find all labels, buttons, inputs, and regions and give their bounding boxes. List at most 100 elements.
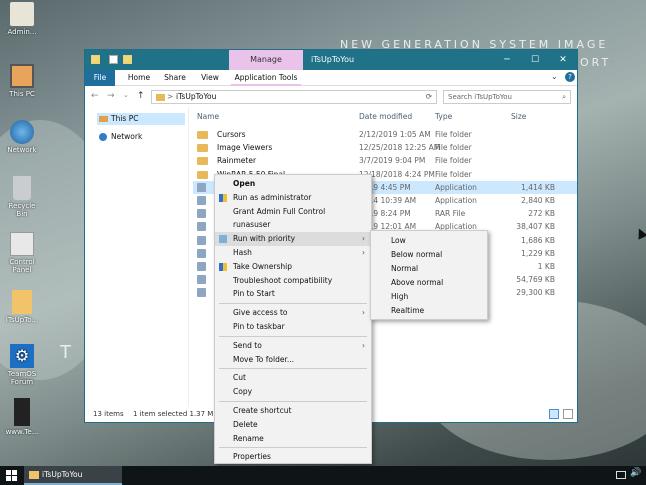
minimize-button[interactable]: ─ [493, 50, 521, 70]
context-menu-item[interactable]: Give access to › [215, 306, 371, 320]
context-menu-label: Grant Admin Full Control [233, 206, 326, 216]
tab-application-tools[interactable]: Application Tools [231, 70, 301, 86]
details-view-icon[interactable] [549, 409, 559, 419]
recent-chevron-icon[interactable]: ⌄ [123, 91, 129, 99]
folder-icon [197, 170, 208, 179]
address-input[interactable]: > iTsUpToYou ⟳ [151, 90, 437, 104]
taskbar: iTsUpToYou 🔊 [0, 466, 646, 485]
desktop-icon-control-panel[interactable]: Control Panel [2, 232, 42, 274]
column-header-type[interactable]: Type [435, 112, 452, 121]
tab-view[interactable]: View [195, 70, 225, 86]
file-icon [197, 182, 206, 192]
context-menu-item[interactable]: Hash › [215, 246, 371, 260]
context-menu-label: Pin to Start [233, 289, 275, 299]
file-size: 29,300 KB [516, 288, 555, 298]
volume-icon[interactable]: 🔊 [630, 468, 641, 478]
file-row[interactable]: Cursors 2/12/2019 1:05 AM File folder [193, 128, 577, 141]
file-icon [197, 222, 206, 232]
refresh-icon[interactable]: ⟳ [426, 91, 432, 103]
close-button[interactable]: ✕ [549, 50, 577, 70]
context-menu-item[interactable]: Take Ownership [215, 260, 371, 274]
tab-file[interactable]: File [85, 70, 115, 86]
search-input[interactable]: Search iTsUpToYou ⌕ [443, 90, 571, 104]
priority-menu-item[interactable]: High [371, 290, 487, 304]
context-menu-item[interactable]: Properties [215, 450, 371, 464]
desktop-icon-label: iTsUpTo... [5, 316, 39, 324]
column-header-date[interactable]: Date modified [359, 112, 412, 121]
ribbon-expand-icon[interactable]: ⌄ [551, 72, 558, 81]
network-icon [99, 133, 107, 141]
taskbar-item-label: iTsUpToYou [42, 470, 83, 479]
context-menu-item[interactable]: Copy [215, 385, 371, 399]
desktop-icon-teamos[interactable]: ⚙ TeamOS Forum [2, 344, 42, 386]
desktop-icon-label: Recycle Bin [8, 202, 36, 218]
menu-separator [219, 368, 367, 370]
priority-menu-item[interactable]: Realtime [371, 304, 487, 318]
context-menu-item[interactable]: Pin to Start [215, 287, 371, 301]
context-menu-item[interactable]: Move To folder... [215, 353, 371, 367]
desktop-icon-admin[interactable]: Admin... [2, 2, 42, 36]
context-menu-item[interactable]: runasuser [215, 218, 371, 232]
context-menu-item[interactable]: Pin to taskbar [215, 320, 371, 334]
breadcrumb[interactable]: iTsUpToYou [176, 92, 216, 101]
column-header-name[interactable]: Name [197, 112, 219, 121]
desktop-icon-web[interactable]: www.Te... [2, 398, 42, 436]
window-title: iTsUpToYou [311, 55, 355, 64]
priority-menu-item[interactable]: Low [371, 234, 487, 248]
context-menu-item[interactable]: Send to › [215, 339, 371, 353]
network-tray-icon[interactable] [616, 471, 626, 479]
chevron-right-icon: › [362, 234, 365, 244]
user-icon [10, 2, 34, 26]
context-menu-label: Send to [233, 340, 262, 350]
title-bar[interactable]: Manage iTsUpToYou ─ ☐ ✕ [85, 50, 577, 70]
context-menu-item[interactable]: Grant Admin Full Control [215, 205, 371, 219]
up-arrow-icon[interactable]: ↑ [137, 91, 145, 101]
priority-menu-item[interactable]: Above normal [371, 276, 487, 290]
context-menu-item[interactable]: Run with priority › [215, 232, 371, 247]
large-icons-view-icon[interactable] [563, 409, 573, 419]
taskbar-item-explorer[interactable]: iTsUpToYou [24, 466, 122, 485]
computer-icon [99, 116, 108, 122]
context-menu-item[interactable]: Run as administrator [215, 191, 371, 205]
file-size: 38,407 KB [516, 222, 555, 232]
context-menu-item[interactable]: Troubleshoot compatibility [215, 274, 371, 288]
priority-menu-item[interactable]: Below normal [371, 248, 487, 262]
help-icon[interactable]: ? [565, 72, 575, 82]
folder-icon [156, 94, 165, 101]
forward-arrow-icon[interactable]: → [107, 91, 115, 101]
file-icon [197, 262, 206, 271]
priority-menu-item[interactable]: Normal [371, 262, 487, 276]
maximize-button[interactable]: ☐ [521, 50, 549, 70]
file-icon [197, 196, 206, 205]
desktop-icon-this-pc[interactable]: This PC [2, 64, 42, 98]
context-menu: Open Run as administrator Grant Admin Full… [214, 174, 372, 464]
context-menu-item[interactable]: Delete [215, 418, 371, 432]
context-menu-item[interactable]: Open [215, 177, 371, 191]
file-icon [197, 235, 206, 245]
context-menu-item[interactable]: Cut [215, 371, 371, 385]
item-count: 13 items [93, 410, 124, 418]
column-header-size[interactable]: Size [511, 112, 526, 121]
file-icon [197, 209, 206, 219]
new-folder-icon[interactable] [123, 55, 132, 64]
file-row[interactable]: Image Viewers 12/25/2018 12:25 AM File fol… [193, 141, 577, 154]
nav-item-this-pc[interactable]: This PC [97, 113, 185, 125]
file-type: File folder [435, 156, 472, 166]
nav-item-network[interactable]: Network [97, 131, 185, 143]
back-arrow-icon[interactable]: ← [91, 91, 99, 101]
desktop-icon-folder[interactable]: iTsUpTo... [2, 290, 42, 324]
file-row[interactable]: Rainmeter 3/7/2019 9:04 PM File folder [193, 154, 577, 167]
file-size: 272 KB [528, 209, 555, 219]
properties-icon[interactable] [109, 55, 118, 64]
context-menu-item[interactable]: Rename [215, 432, 371, 446]
context-menu-item[interactable]: Create shortcut [215, 404, 371, 418]
tab-home[interactable]: Home [123, 70, 155, 86]
chevron-right-icon: › [362, 340, 365, 350]
desktop-icon-label: Admin... [7, 28, 37, 36]
manage-tab[interactable]: Manage [229, 50, 303, 70]
tab-share[interactable]: Share [159, 70, 191, 86]
desktop-icon-network[interactable]: Network [2, 120, 42, 154]
start-button[interactable] [6, 470, 17, 481]
chevron-right-icon: › [362, 248, 365, 257]
desktop-icon-recycle-bin[interactable]: Recycle Bin [2, 176, 42, 218]
